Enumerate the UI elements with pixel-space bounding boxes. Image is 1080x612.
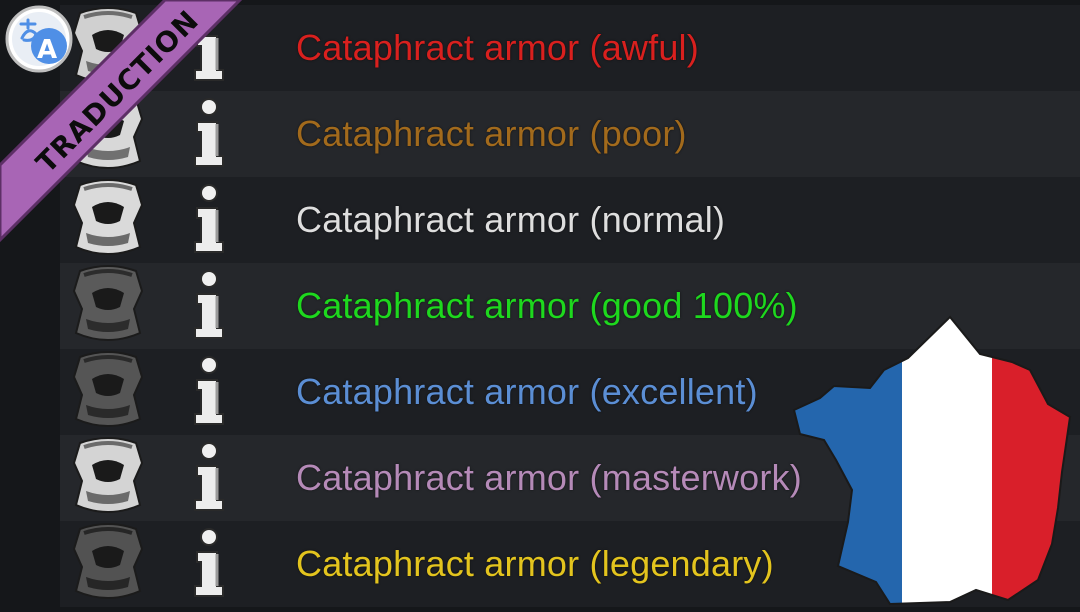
item-label: Cataphract armor (awful) <box>296 27 699 68</box>
item-label: Cataphract armor (normal) <box>296 199 726 240</box>
armor-icon <box>60 435 156 521</box>
translate-icon: A <box>4 4 74 74</box>
info-icon[interactable] <box>188 526 230 602</box>
info-icon[interactable] <box>188 268 230 344</box>
info-icon[interactable] <box>188 354 230 430</box>
armor-icon <box>60 177 156 263</box>
armor-icon <box>60 5 156 91</box>
item-label: Cataphract armor (excellent) <box>296 371 758 412</box>
item-label: Cataphract armor (legendary) <box>296 543 774 584</box>
svg-text:A: A <box>37 35 57 65</box>
list-item[interactable]: Cataphract armor (poor) <box>60 91 1080 177</box>
item-label: Cataphract armor (masterwork) <box>296 457 802 498</box>
armor-icon <box>60 91 156 177</box>
armor-icon <box>60 349 156 435</box>
armor-icon <box>60 263 156 349</box>
item-label: Cataphract armor (good 100%) <box>296 285 798 326</box>
info-icon[interactable] <box>188 10 230 86</box>
armor-icon <box>60 521 156 607</box>
item-label: Cataphract armor (poor) <box>296 113 687 154</box>
list-item[interactable]: Cataphract armor (normal) <box>60 177 1080 263</box>
list-item[interactable]: Cataphract armor (awful) <box>60 5 1080 91</box>
france-flag-map-icon <box>780 312 1080 607</box>
info-icon[interactable] <box>188 182 230 258</box>
info-icon[interactable] <box>188 440 230 516</box>
info-icon[interactable] <box>188 96 230 172</box>
